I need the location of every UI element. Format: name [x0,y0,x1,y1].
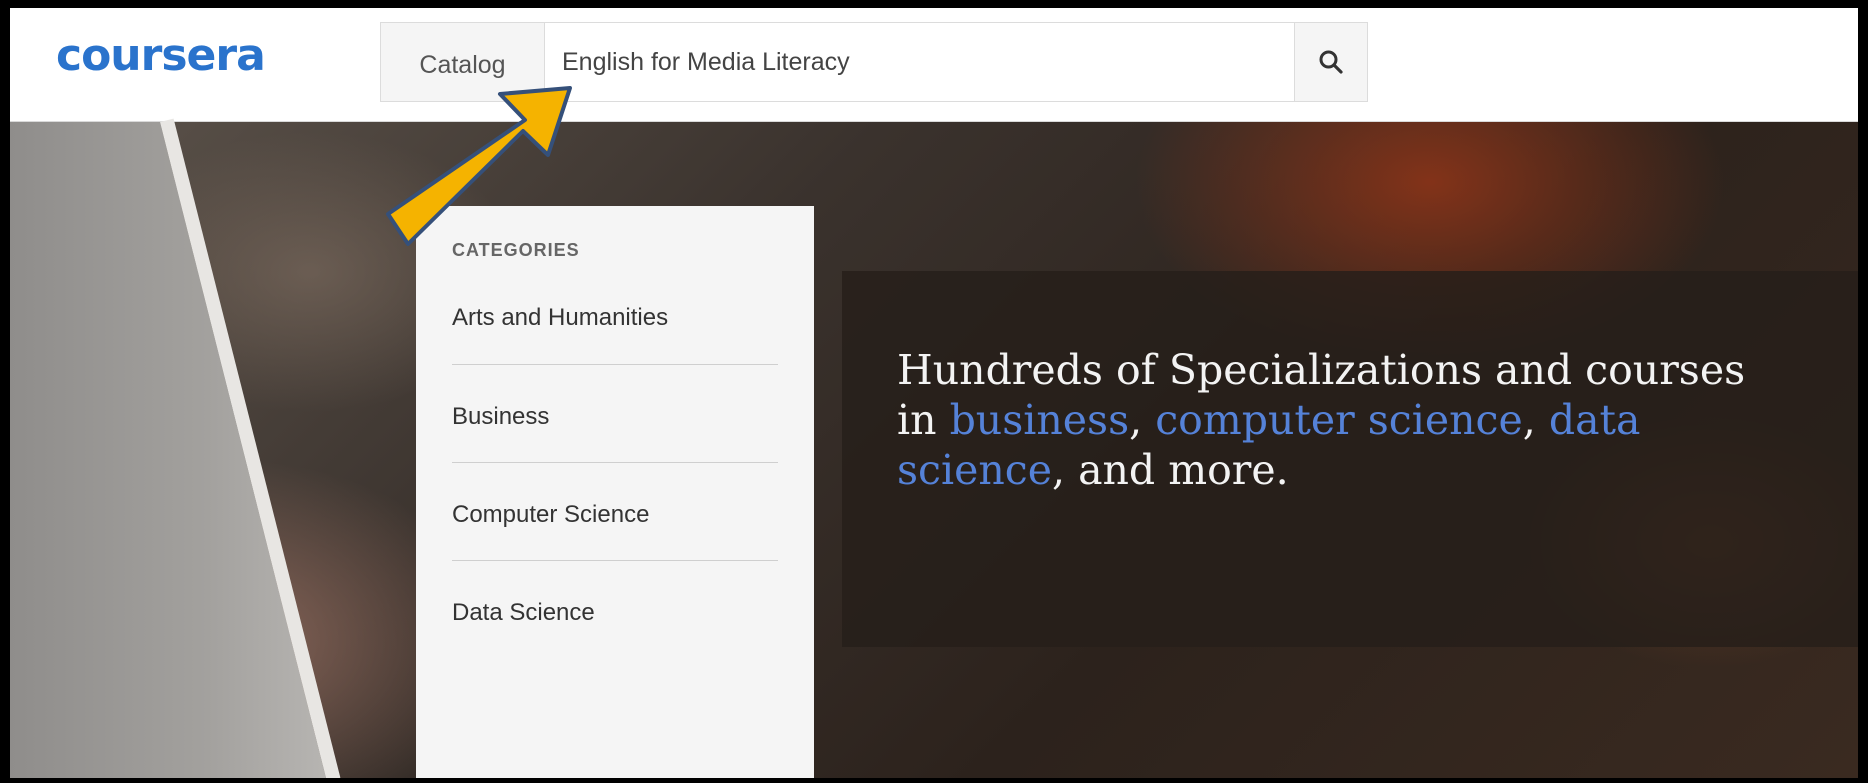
category-data-science[interactable]: Data Science [452,599,778,627]
promo-text-part: , [1522,396,1549,444]
promo-text-part: , and more. [1052,446,1289,494]
category-divider [452,364,778,365]
promo-link-computer-science[interactable]: computer science [1155,396,1523,444]
category-arts-and-humanities[interactable]: Arts and Humanities [452,304,778,332]
categories-heading: CATEGORIES [452,240,580,260]
category-divider [452,560,778,561]
search-bar: Catalog [380,22,1368,102]
search-input[interactable] [545,23,1294,101]
category-business[interactable]: Business [452,403,778,431]
catalog-button[interactable]: Catalog [381,23,545,101]
promo-headline: Hundreds of Specializations and courses … [897,345,1797,495]
search-icon [1319,50,1343,74]
promo-panel: Hundreds of Specializations and courses … [842,271,1858,647]
category-divider [452,462,778,463]
hero-banner: CATEGORIES Arts and Humanities Business … [10,118,1858,778]
search-button[interactable] [1294,23,1367,101]
promo-link-business[interactable]: business [950,396,1130,444]
category-computer-science[interactable]: Computer Science [452,501,778,529]
promo-text-part: , [1129,396,1156,444]
screenshot-frame: coursera Catalog CATEGORIES Arts and Hum… [10,8,1858,778]
categories-dropdown: CATEGORIES Arts and Humanities Business … [416,206,814,778]
hero-laptop-image [10,122,326,778]
top-header: coursera Catalog [10,8,1858,122]
coursera-logo[interactable]: coursera [56,34,266,78]
